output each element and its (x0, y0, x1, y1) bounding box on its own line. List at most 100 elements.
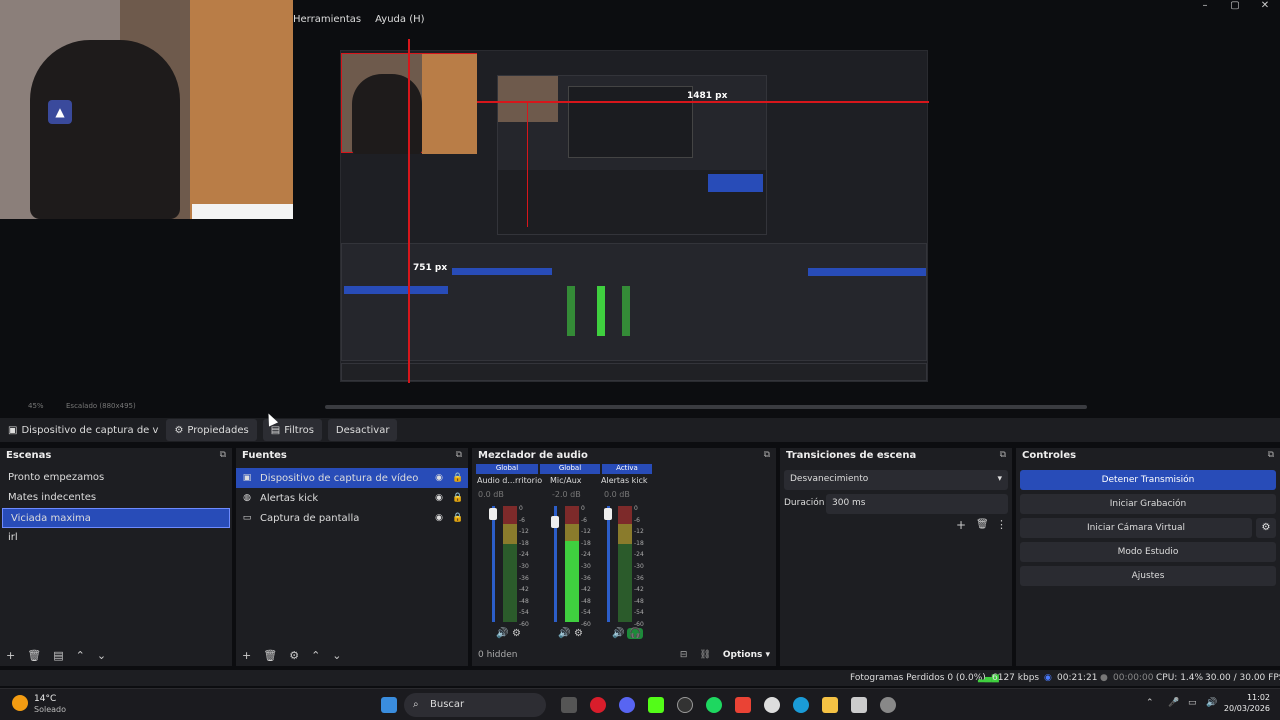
more-icon[interactable]: ⋮ (996, 518, 1007, 531)
camera-icon: ▣ (8, 424, 18, 436)
down-arrow-icon[interactable]: ⌄ (97, 649, 106, 662)
microphone-icon[interactable]: 🎤 (1168, 698, 1179, 708)
scene-item-selected[interactable]: Viciada maxima (2, 508, 230, 528)
windows-start-icon[interactable] (381, 697, 397, 713)
undock-icon[interactable]: ⧉ (456, 450, 462, 462)
trash-icon[interactable]: 🗑 (263, 649, 277, 662)
settings-button[interactable]: Ajustes (1020, 566, 1276, 586)
discord-icon[interactable] (619, 697, 635, 713)
source-item[interactable]: ◍ Alertas kick ◉ 🔒 (236, 488, 468, 508)
undock-icon[interactable]: ⧉ (1268, 450, 1274, 462)
chatgpt-icon[interactable] (764, 697, 780, 713)
zoom-level[interactable]: 45% (28, 402, 44, 410)
lock-icon[interactable]: 🔒 (452, 513, 463, 523)
close-button[interactable]: ✕ (1250, 0, 1280, 14)
weather-desc[interactable]: Soleado (34, 705, 66, 714)
add-scene-icon[interactable]: + (6, 649, 15, 662)
weather-icon[interactable] (12, 695, 28, 711)
clock-date[interactable]: 20/03/2026 (1222, 704, 1270, 713)
add-source-icon[interactable]: + (242, 649, 251, 662)
settings-icon[interactable]: ⚙ (574, 628, 583, 639)
preview-area[interactable]: ▲ Herramientas Ayuda (H) – ▢ ✕ 1481 px 7… (0, 0, 1280, 414)
mixer-channel-name[interactable]: Audio d...rritorio (477, 476, 542, 485)
source-item-selected[interactable]: ▣ Dispositivo de captura de vídeo ◉ 🔒 (236, 468, 468, 488)
meter-scale-tick: -24 (581, 551, 591, 559)
minimize-button[interactable]: – (1190, 0, 1220, 14)
preview-canvas[interactable]: 1481 px 751 px (340, 39, 929, 383)
mixer-channel-name[interactable]: Alertas kick (601, 476, 648, 485)
layout-icon[interactable]: ⊟ (680, 650, 688, 660)
mixer-channel-name[interactable]: Mic/Aux (550, 476, 582, 485)
studio-mode-button[interactable]: Modo Estudio (1020, 542, 1276, 562)
obs-icon[interactable] (677, 697, 693, 713)
stream-icon: ◉ (1044, 673, 1052, 683)
gmail-icon[interactable] (735, 697, 751, 713)
undock-icon[interactable]: ⧉ (764, 450, 770, 462)
scene-item[interactable]: Pronto empezamos (0, 468, 232, 488)
fader-knob[interactable] (551, 516, 559, 528)
start-recording-button[interactable]: Iniciar Grabación (1020, 494, 1276, 514)
duration-input[interactable]: 300 ms (826, 494, 1008, 514)
file-explorer-icon[interactable] (822, 697, 838, 713)
eye-icon[interactable]: ◉ (434, 513, 444, 523)
task-view-icon[interactable] (561, 697, 577, 713)
lock-icon[interactable]: 🔒 (452, 473, 463, 483)
mixer-db: -2.0 dB (552, 490, 581, 499)
speaker-icon[interactable]: 🔊 (496, 628, 508, 639)
taskbar-search[interactable]: ⌕ Buscar (404, 693, 546, 717)
clock-time[interactable]: 11:02 (1226, 693, 1270, 702)
source-item[interactable]: ▭ Captura de pantalla ◉ 🔒 (236, 508, 468, 528)
headphones-icon[interactable]: 🎧 (627, 628, 644, 639)
settings-icon[interactable]: ⚙ (512, 628, 521, 639)
undock-icon[interactable]: ⧉ (1000, 450, 1006, 462)
up-arrow-icon[interactable]: ⌃ (311, 649, 320, 662)
volume-icon[interactable]: 🔊 (1206, 698, 1217, 708)
properties-button[interactable]: ⚙ Propiedades (166, 419, 257, 441)
virtual-camera-settings-icon[interactable]: ⚙ (1256, 518, 1276, 538)
trash-icon[interactable]: 🗑 (27, 649, 41, 662)
fader-knob[interactable] (604, 508, 612, 520)
settings-app-icon[interactable] (880, 697, 896, 713)
scene-item[interactable]: Mates indecentes (0, 488, 232, 508)
menu-ayuda[interactable]: Ayuda (H) (375, 14, 424, 34)
scene-item[interactable]: irl (0, 528, 232, 548)
stop-stream-button[interactable]: Detener Transmisión (1020, 470, 1276, 490)
volume-fader[interactable] (492, 506, 495, 622)
options-button[interactable]: Options ▾ (723, 650, 770, 660)
meter-scale: 0 -6 -12 -18 -24 -30 -36 -42 -48 -54 -60 (519, 503, 529, 631)
fader-knob[interactable] (489, 508, 497, 520)
store-icon[interactable] (851, 697, 867, 713)
weather-temp[interactable]: 14°C (34, 694, 56, 704)
lock-icon[interactable]: 🔒 (452, 493, 463, 503)
volume-meter (510, 506, 517, 622)
eye-icon[interactable]: ◉ (434, 493, 444, 503)
edge-icon[interactable] (793, 697, 809, 713)
eye-icon[interactable]: ◉ (434, 473, 444, 483)
undock-icon[interactable]: ⧉ (220, 450, 226, 462)
down-arrow-icon[interactable]: ⌄ (332, 649, 341, 662)
speaker-icon[interactable]: 🔊 (612, 628, 624, 639)
mixer-footer: 0 hidden ⊟ ⛓ Options ▾ (472, 646, 776, 664)
network-icon[interactable]: ▭ (1188, 698, 1197, 708)
start-virtual-camera-button[interactable]: Iniciar Cámara Virtual (1020, 518, 1252, 538)
tray-chevron-icon[interactable]: ⌃ (1146, 698, 1154, 708)
record-icon: ● (1100, 673, 1108, 683)
trash-icon[interactable]: 🗑 (976, 519, 989, 530)
volume-fader[interactable] (607, 506, 610, 622)
link-icon[interactable]: ⛓ (699, 650, 710, 660)
transition-select[interactable]: Desvanecimiento ▾ (784, 470, 1008, 490)
meter-scale-tick: -6 (634, 516, 640, 524)
menu-herramientas[interactable]: Herramientas (293, 14, 361, 34)
app-record-icon[interactable] (590, 697, 606, 713)
scale-label[interactable]: Escalado (880x495) (66, 402, 136, 410)
gear-icon[interactable]: ⚙ (289, 649, 299, 662)
horizontal-scrollbar[interactable] (325, 405, 1087, 409)
kick-icon[interactable] (648, 697, 664, 713)
up-arrow-icon[interactable]: ⌃ (76, 649, 85, 662)
deactivate-button[interactable]: Desactivar (327, 419, 398, 441)
add-transition-icon[interactable]: + (956, 518, 966, 532)
spotify-icon[interactable] (706, 697, 722, 713)
filter-icon[interactable]: ▤ (53, 649, 63, 662)
maximize-button[interactable]: ▢ (1220, 0, 1250, 14)
speaker-icon[interactable]: 🔊 (558, 628, 570, 639)
